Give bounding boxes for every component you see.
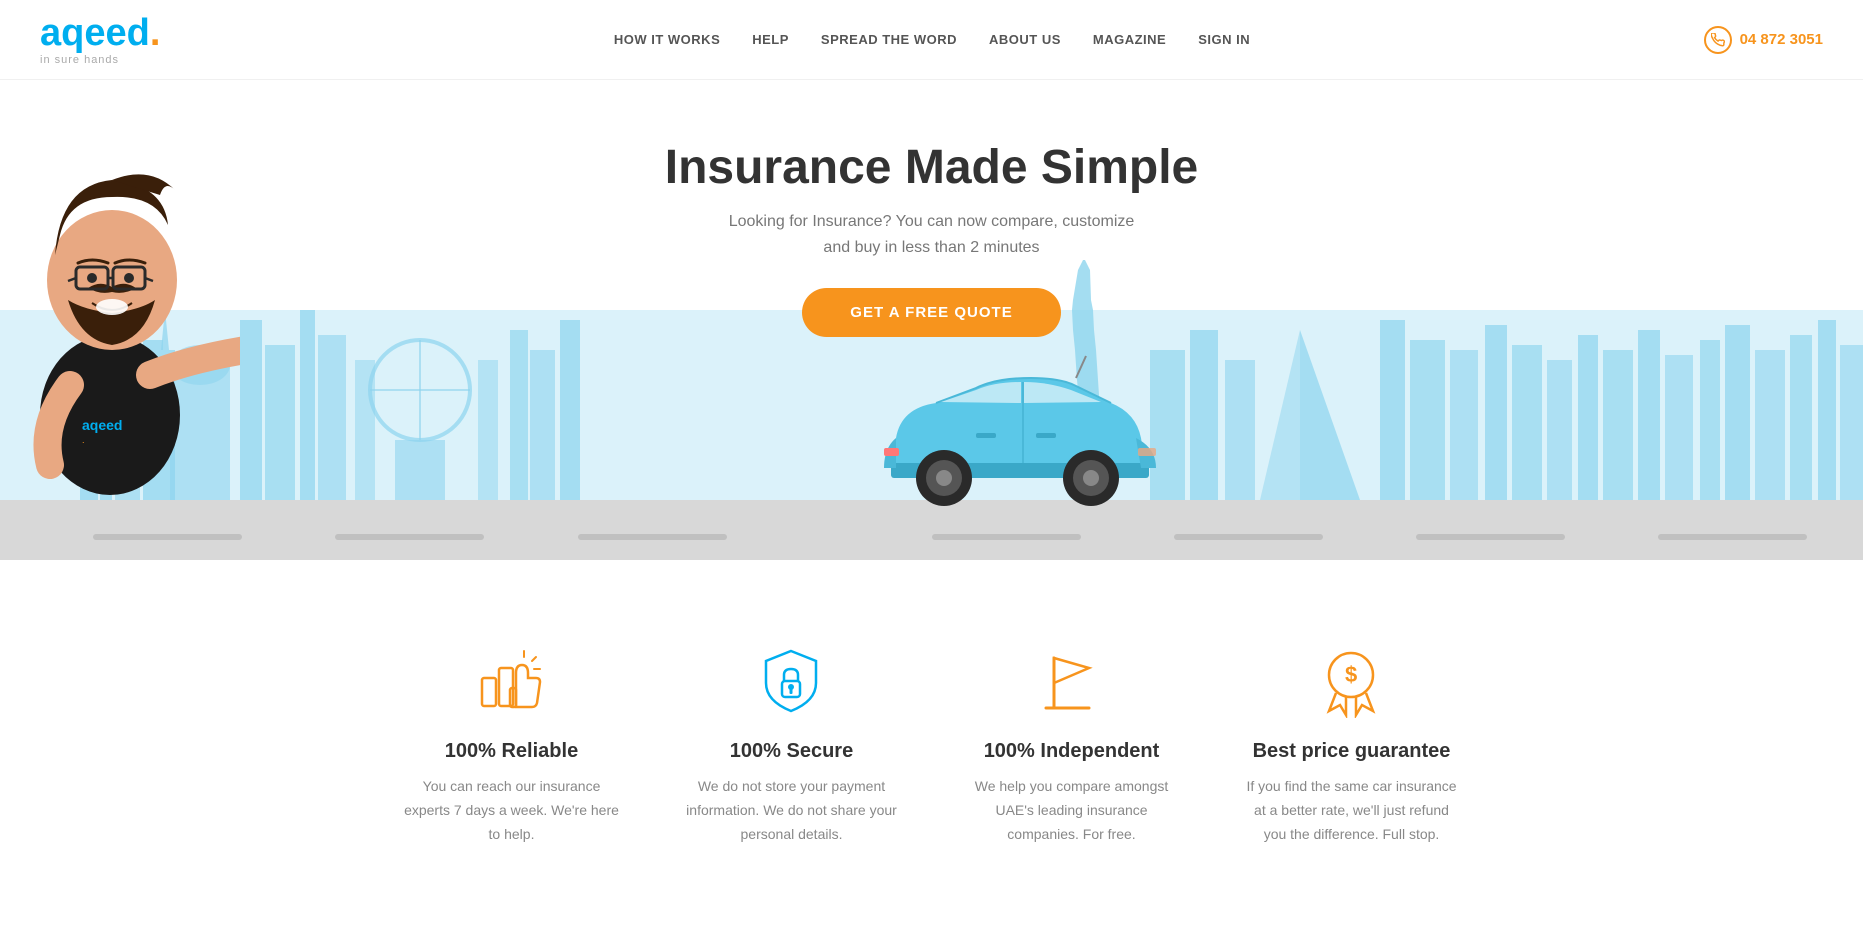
feature-best-price: $ Best price guarantee If you find the s… [1242, 640, 1462, 846]
best-price-title: Best price guarantee [1242, 740, 1462, 763]
hero-section: Insurance Made Simple Looking for Insura… [0, 80, 1863, 560]
logo[interactable]: aqeed. in sure hands [40, 14, 160, 66]
feature-secure: 100% Secure We do not store your payment… [682, 640, 902, 846]
nav-help[interactable]: HELP [752, 32, 789, 47]
road-line [335, 534, 484, 540]
phone-icon [1704, 26, 1732, 54]
hero-title: Insurance Made Simple [0, 140, 1863, 195]
road-line [93, 534, 242, 540]
road-line [1174, 534, 1323, 540]
road-line [578, 534, 727, 540]
svg-text:.: . [82, 435, 85, 445]
nav-magazine[interactable]: MAGAZINE [1093, 32, 1166, 47]
logo-tagline: in sure hands [40, 54, 119, 66]
feature-reliable: 100% Reliable You can reach our insuranc… [402, 640, 622, 846]
road-line [1658, 534, 1807, 540]
get-quote-button[interactable]: GET A FREE QUOTE [802, 288, 1060, 337]
reliable-desc: You can reach our insurance experts 7 da… [402, 775, 622, 846]
feature-independent: 100% Independent We help you compare amo… [962, 640, 1182, 846]
svg-text:aqeed: aqeed [82, 417, 122, 433]
phone-number: 04 872 3051 [1740, 31, 1823, 48]
character-illustration: aqeed . [0, 125, 240, 505]
road-line [932, 534, 1081, 540]
independent-desc: We help you compare amongst UAE's leadin… [962, 775, 1182, 846]
header: aqeed. in sure hands HOW IT WORKS HELP S… [0, 0, 1863, 80]
phone-wrap[interactable]: 04 872 3051 [1704, 26, 1823, 54]
road-line [1416, 534, 1565, 540]
secure-desc: We do not store your payment information… [682, 775, 902, 846]
nav-about-us[interactable]: ABOUT US [989, 32, 1061, 47]
independent-icon [1032, 640, 1112, 720]
secure-icon [752, 640, 832, 720]
nav-how-it-works[interactable]: HOW IT WORKS [614, 32, 720, 47]
features-section: 100% Reliable You can reach our insuranc… [0, 560, 1863, 926]
independent-title: 100% Independent [962, 740, 1182, 763]
hero-subtitle: Looking for Insurance? You can now compa… [0, 209, 1863, 260]
secure-title: 100% Secure [682, 740, 902, 763]
best-price-icon: $ [1312, 640, 1392, 720]
car-illustration [876, 348, 1156, 508]
reliable-icon [472, 640, 552, 720]
nav-sign-in[interactable]: SIGN IN [1198, 32, 1250, 47]
best-price-desc: If you find the same car insurance at a … [1242, 775, 1462, 846]
main-nav: HOW IT WORKS HELP SPREAD THE WORD ABOUT … [614, 32, 1250, 47]
svg-text:$: $ [1345, 662, 1357, 687]
reliable-title: 100% Reliable [402, 740, 622, 763]
nav-spread-the-word[interactable]: SPREAD THE WORD [821, 32, 957, 47]
logo-text: aqeed. [40, 14, 160, 52]
hero-text: Insurance Made Simple Looking for Insura… [0, 80, 1863, 337]
